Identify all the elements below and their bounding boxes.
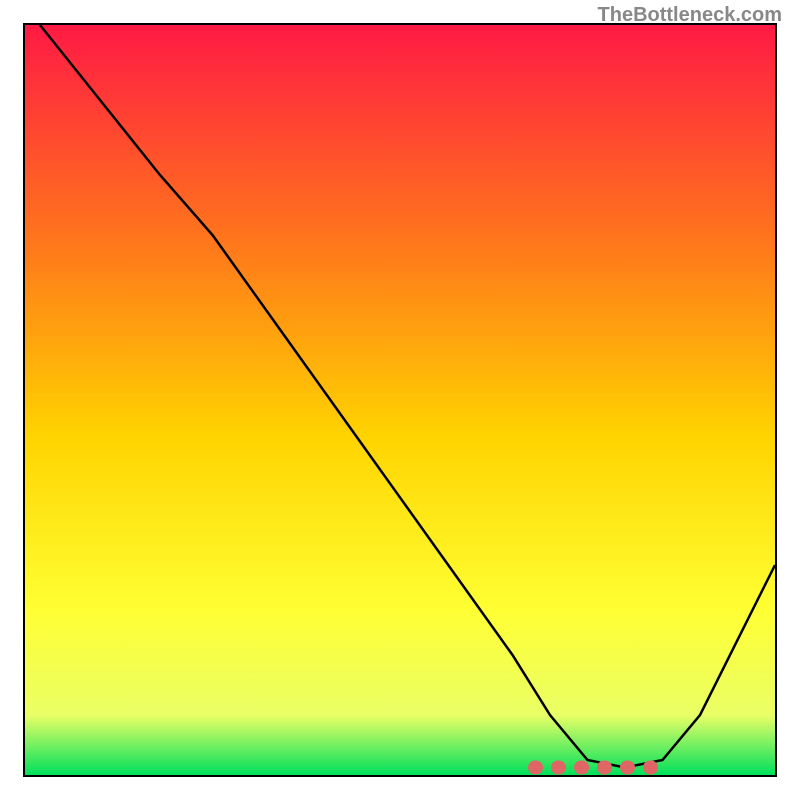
- chart-plot-area: [23, 23, 777, 777]
- watermark-text: TheBottleneck.com: [598, 4, 782, 27]
- chart-svg: [25, 25, 775, 775]
- gradient-background: [25, 25, 775, 775]
